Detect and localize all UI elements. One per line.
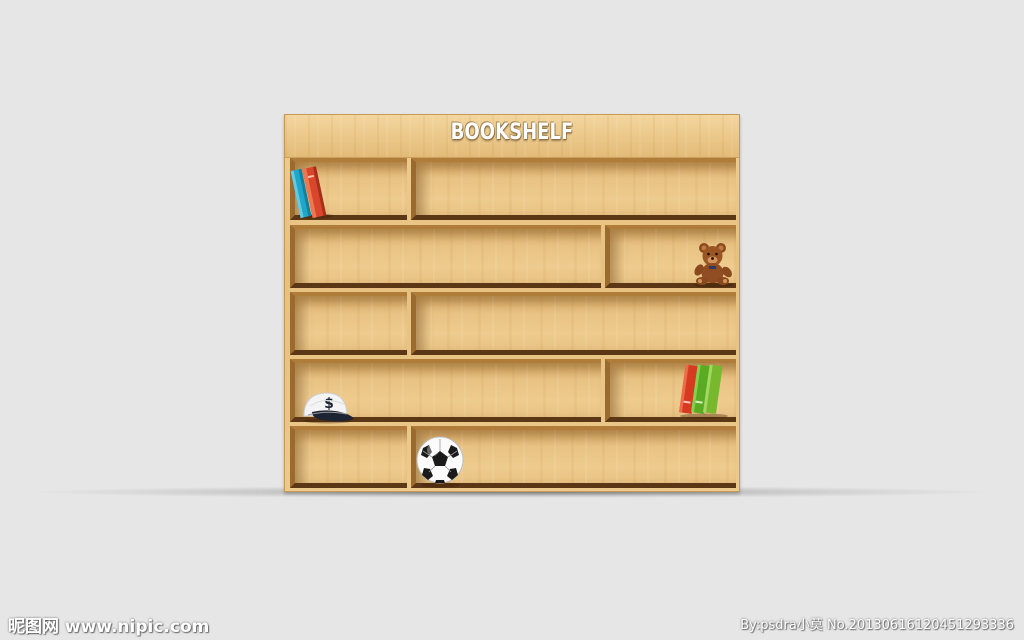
baseball-cap-icon: $: [303, 392, 354, 424]
bookshelf-title: BOOKSHELF: [450, 120, 574, 145]
books-icon: [679, 364, 728, 419]
shelf-cell: [411, 292, 736, 355]
svg-text:$: $: [324, 396, 334, 412]
shelf-cell: [290, 292, 407, 355]
shelf-cell: [290, 426, 407, 488]
shelf-cell: [290, 225, 601, 288]
teddy-bear-icon: [694, 243, 734, 288]
bookshelf: BOOKSHELF: [284, 114, 740, 492]
watermark-left: 昵图网 www.nipic.com: [8, 617, 210, 637]
watermark-right: By:psdra小莫 No.20130616120451293336: [740, 618, 1014, 633]
shelf-top-board: BOOKSHELF: [285, 115, 739, 158]
shelf-cell: [411, 158, 736, 220]
soccer-ball-icon: [416, 436, 464, 488]
books-icon: [290, 166, 334, 219]
